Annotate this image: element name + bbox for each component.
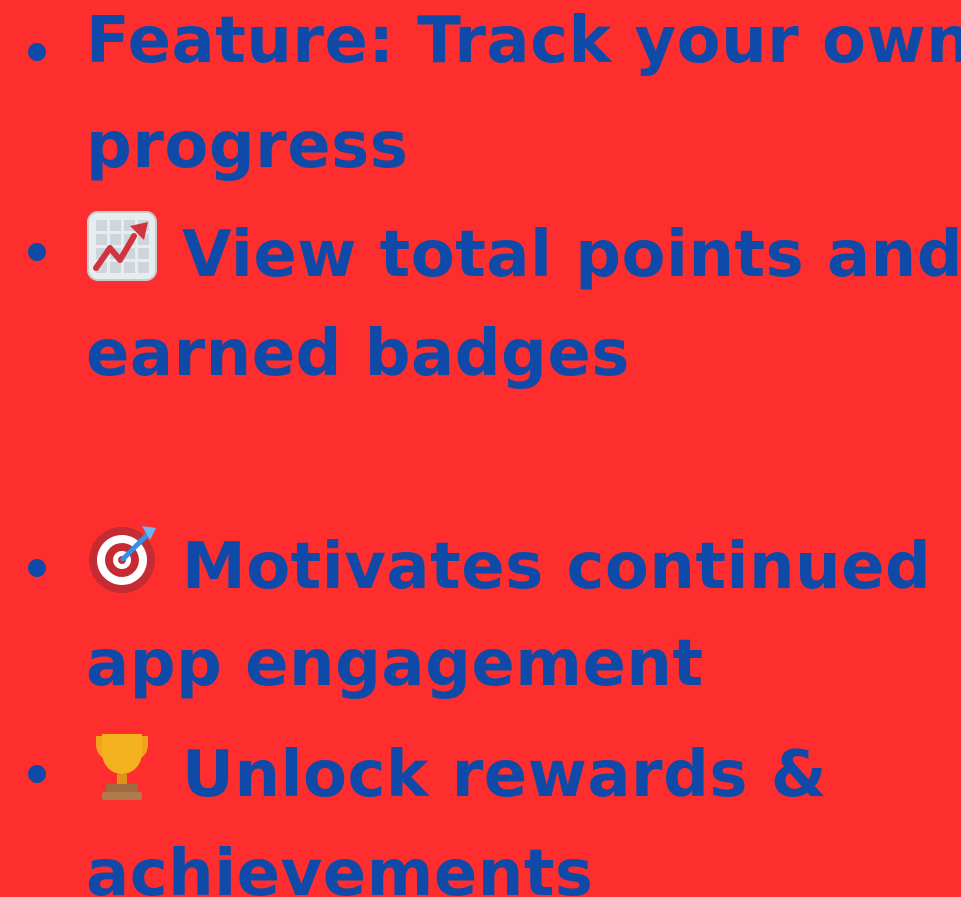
list-item-text: progress: [86, 109, 409, 183]
list-item-line-2: achievements: [86, 838, 594, 897]
list-item-line-1: View total points and: [86, 210, 961, 291]
list-item-text: View total points and: [182, 218, 961, 292]
slide-canvas: Feature: Track your own progress View to…: [0, 0, 961, 897]
list-item-text: earned badges: [86, 317, 630, 391]
list-item-text: Feature: Track your own: [86, 4, 961, 78]
bullet-dot: [28, 243, 46, 261]
bullet-dot: [28, 765, 46, 783]
bullet-dot: [28, 559, 46, 577]
trophy-icon: [86, 730, 158, 802]
list-item-line-1: Feature: Track your own: [86, 5, 961, 77]
list-item-line-1: Unlock rewards &: [86, 730, 827, 811]
list-item-line-2: app engagement: [86, 628, 704, 700]
list-item-text: Unlock rewards &: [182, 738, 828, 812]
bullet-dot: [28, 43, 46, 61]
list-item-line-1: Motivates continued: [86, 522, 931, 603]
chart-increasing-icon: [86, 210, 158, 282]
list-item-text: achievements: [86, 837, 594, 897]
list-item-text: Motivates continued: [182, 530, 932, 604]
direct-hit-target-icon: [86, 522, 158, 594]
list-item-line-2: progress: [86, 110, 408, 182]
list-item-line-2: earned badges: [86, 318, 630, 390]
list-item-text: app engagement: [86, 627, 704, 701]
